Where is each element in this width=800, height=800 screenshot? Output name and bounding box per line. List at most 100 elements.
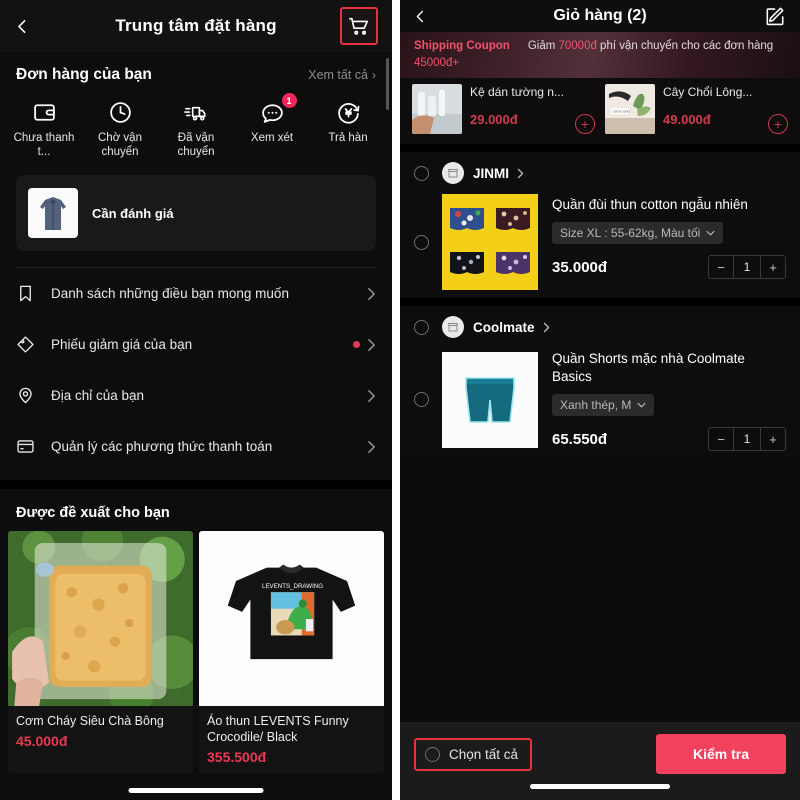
quantity-value[interactable]: 1	[733, 256, 761, 278]
status-icon-wrap	[108, 98, 133, 126]
menu-item-addresses[interactable]: Địa chỉ của bạn	[0, 370, 392, 421]
quantity-increase-button[interactable]: +	[761, 428, 785, 450]
status-label: Chưa thanh t...	[13, 132, 75, 158]
select-all-control[interactable]: Chọn tất cả	[414, 737, 533, 771]
menu-right	[367, 287, 376, 301]
coupon-text-mid: phí vận chuyển cho các đơn hàng	[596, 40, 774, 52]
shop-header-row: Coolmate	[400, 316, 800, 342]
order-center-header: Trung tâm đặt hàng	[0, 0, 392, 52]
cart-header: Giỏ hàng (2)	[400, 0, 800, 32]
order-status-row: Chưa thanh t... Chờ vận chuyển Đã vận ch…	[0, 88, 392, 165]
status-awaiting-shipment[interactable]: Chờ vận chuyển	[82, 98, 158, 159]
scrollbar-thumb[interactable]	[386, 58, 389, 110]
section-separator	[0, 480, 392, 489]
cart-shop-group: JINMI Quần đùi thun cotton ngẫu nhiên Si…	[400, 152, 800, 298]
svg-text:CHỔI LÔNG: CHỔI LÔNG	[613, 109, 631, 114]
status-label: Đã vận chuyển	[177, 132, 215, 158]
shop-header-row: JINMI	[400, 162, 800, 188]
recommendation-name: Cơm Cháy Siêu Chà Bông	[16, 714, 164, 728]
dual-phone-screenshot: Trung tâm đặt hàng Đơn hàng của bạn Xem …	[0, 0, 800, 800]
quantity-decrease-button[interactable]: −	[709, 256, 733, 278]
recommendation-card[interactable]: LEVENTS_DRAWING Áo thun LEVENTS Funny Cr…	[199, 531, 384, 773]
unread-dot	[353, 341, 360, 348]
jacket-image	[40, 197, 66, 230]
shopping-cart-icon	[349, 17, 369, 35]
status-badge: 1	[281, 93, 297, 108]
edit-cart-button[interactable]	[764, 5, 786, 27]
boxer-shorts-grid-photo[interactable]	[442, 194, 538, 290]
status-shipped[interactable]: Đã vận chuyển	[158, 98, 234, 159]
panel-divider	[392, 0, 400, 800]
chevron-right-icon[interactable]	[543, 322, 550, 333]
chevron-down-icon	[706, 230, 715, 236]
avatar	[442, 162, 464, 184]
item-select-checkbox[interactable]	[414, 392, 429, 407]
shop-name[interactable]: Coolmate	[473, 320, 535, 335]
chevron-right-icon[interactable]	[517, 168, 524, 179]
cart-item-info: Quần Shorts mặc nhà Coolmate Basics Xanh…	[552, 348, 786, 451]
cart-item-row: Quần Shorts mặc nhà Coolmate Basics Xanh…	[400, 342, 800, 451]
quantity-stepper: − 1 +	[708, 255, 786, 279]
menu-item-coupons[interactable]: Phiếu giảm giá của bạn	[0, 319, 392, 370]
svg-text:LEVENTS_DRAWING: LEVENTS_DRAWING	[262, 583, 323, 590]
menu-item-payment-methods[interactable]: Quản lý các phương thức thanh toán	[0, 421, 392, 472]
rice-crisp-image	[8, 531, 193, 706]
cart-title: Giỏ hàng (2)	[553, 7, 647, 24]
status-label: Chờ vận chuyển	[98, 132, 142, 158]
rice-crisp-photo	[8, 531, 193, 706]
item-select-checkbox[interactable]	[414, 234, 429, 250]
shop-select-checkbox[interactable]	[414, 319, 429, 335]
pending-review-card[interactable]: Cần đánh giá	[16, 175, 376, 251]
chevron-down-icon	[637, 402, 646, 408]
pending-review-label: Cần đánh giá	[92, 205, 174, 221]
recommendation-card[interactable]: Cơm Cháy Siêu Chà Bông 45.000đ	[8, 531, 193, 773]
recommendation-price: 45.000đ	[16, 733, 68, 749]
select-all-label: Chọn tất cả	[449, 746, 519, 762]
coupon-min-amount: 45000đ+	[414, 57, 460, 69]
quantity-stepper: − 1 +	[708, 427, 786, 451]
order-center-scroll[interactable]: Đơn hàng của bạn Xem tất cả › Chưa thanh…	[0, 52, 392, 773]
cart-button[interactable]	[340, 7, 378, 45]
status-review[interactable]: 1 Xem xét	[234, 93, 310, 159]
feather-duster-image: CHỔI LÔNG	[605, 84, 655, 134]
variant-selector[interactable]: Xanh thép, M	[552, 394, 655, 416]
variant-selector[interactable]: Size XL : 55-62kg, Màu tối	[552, 222, 724, 244]
coupon-tag-icon	[17, 336, 34, 353]
suggested-product[interactable]: CHỔI LÔNG Cây Chổi Lông... 49.000đ +	[605, 84, 788, 134]
menu-item-wishlist[interactable]: Danh sách những điều bạn mong muốn	[0, 268, 392, 319]
status-unpaid[interactable]: Chưa thanh t...	[6, 98, 82, 159]
recommendation-name: Áo thun LEVENTS Funny Crocodile/ Black	[207, 714, 349, 744]
add-to-cart-button[interactable]: +	[768, 114, 788, 134]
cart-item-info: Quần đùi thun cotton ngẫu nhiên Size XL …	[552, 194, 786, 279]
quantity-increase-button[interactable]: +	[761, 256, 785, 278]
quantity-decrease-button[interactable]: −	[709, 428, 733, 450]
quantity-value[interactable]: 1	[733, 428, 761, 450]
wallet-icon	[33, 103, 55, 121]
status-icon-wrap	[183, 98, 209, 126]
cart-item-name: Quần đùi thun cotton ngẫu nhiên	[552, 197, 748, 212]
menu-icon-wrap	[16, 284, 40, 303]
home-indicator	[128, 788, 264, 793]
status-returns[interactable]: Trả hàn	[310, 98, 386, 159]
coupon-line-1: Shipping Coupon Giảm 70000đ phí vận chuyể…	[414, 38, 786, 72]
teal-shorts-photo[interactable]	[442, 351, 538, 448]
shipping-coupon-banner[interactable]: Shipping Coupon Giảm 70000đ phí vận chuyể…	[400, 32, 800, 78]
status-icon-wrap: 1	[260, 93, 297, 126]
shop-select-checkbox[interactable]	[414, 165, 429, 181]
view-all-orders-link[interactable]: Xem tất cả ›	[308, 68, 376, 82]
cart-item-name: Quần Shorts mặc nhà Coolmate Basics	[552, 351, 745, 384]
comment-dots-icon	[261, 103, 283, 123]
shop-name[interactable]: JINMI	[473, 166, 509, 181]
select-all-checkbox[interactable]	[425, 746, 440, 762]
truck-icon	[183, 106, 205, 121]
order-center-screen: Trung tâm đặt hàng Đơn hàng của bạn Xem …	[0, 0, 392, 800]
suggested-product-name: Kệ dán tường n...	[470, 85, 564, 99]
chevron-right-icon	[367, 338, 376, 352]
checkout-button[interactable]: Kiểm tra	[656, 734, 786, 774]
add-to-cart-button[interactable]: +	[575, 114, 595, 134]
suggested-product[interactable]: Kệ dán tường n... 29.000đ +	[412, 84, 595, 134]
yen-refund-icon	[337, 102, 359, 124]
view-all-label: Xem tất cả	[308, 68, 368, 82]
section-separator	[400, 144, 800, 152]
wall-shelf-photo	[412, 84, 462, 134]
